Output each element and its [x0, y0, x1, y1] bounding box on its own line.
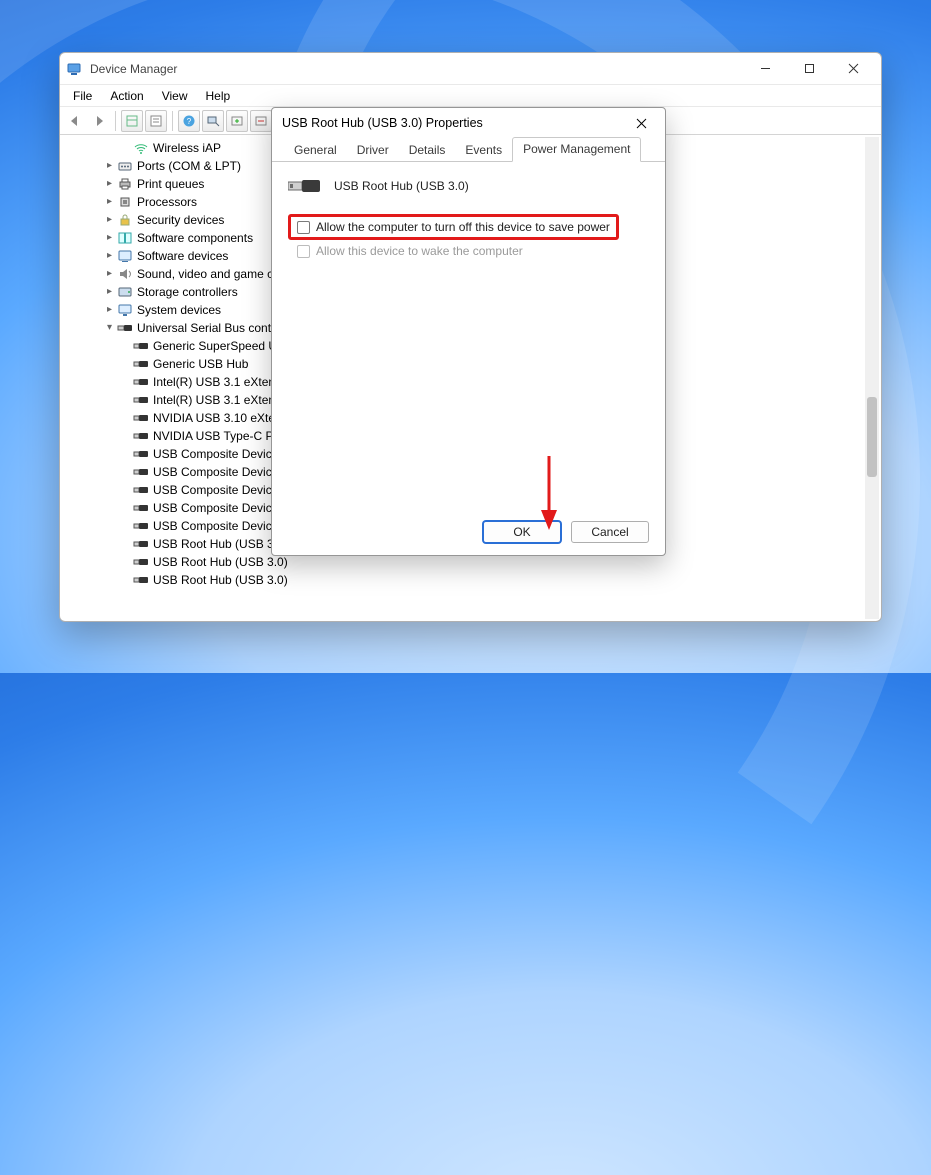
close-button[interactable] [831, 54, 875, 84]
tree-item-label: Storage controllers [137, 283, 238, 301]
chevron-right-icon[interactable]: ▸ [102, 265, 117, 283]
chevron-right-icon[interactable]: ▸ [102, 283, 117, 301]
tree-item-label: USB Composite Device [153, 463, 278, 481]
chevron-right-icon[interactable]: ▸ [102, 229, 117, 247]
allow-poweroff-checkbox[interactable] [297, 221, 310, 234]
dialog-tabs: GeneralDriverDetailsEventsPower Manageme… [272, 138, 665, 162]
tree-item-label: USB Composite Device [153, 517, 278, 535]
usb-icon [133, 554, 149, 570]
usb-icon [133, 392, 149, 408]
tree-item-label: Ports (COM & LPT) [137, 157, 241, 175]
device-name-label: USB Root Hub (USB 3.0) [334, 179, 469, 193]
toolbar-properties-icon[interactable] [145, 110, 167, 132]
usb-icon [133, 428, 149, 444]
dialog-body: USB Root Hub (USB 3.0) Allow the compute… [272, 162, 665, 555]
dialog-close-button[interactable] [627, 110, 655, 136]
menu-view[interactable]: View [153, 87, 197, 105]
usb-icon [133, 410, 149, 426]
tree-item-label: USB Composite Device [153, 499, 278, 517]
tree-item-label: Generic USB Hub [153, 355, 248, 373]
tree-item-label: USB Root Hub (USB 3.0) [153, 553, 288, 571]
tab-details[interactable]: Details [399, 139, 456, 162]
usb-icon [133, 536, 149, 552]
menubar: File Action View Help [60, 85, 881, 107]
tree-item-label: Processors [137, 193, 197, 211]
chevron-right-icon[interactable]: ▸ [102, 157, 117, 175]
allow-poweroff-label: Allow the computer to turn off this devi… [316, 220, 610, 234]
usb-icon [133, 374, 149, 390]
tree-item-label: USB Root Hub (USB 3.0) [153, 571, 288, 589]
tree-item-label: System devices [137, 301, 221, 319]
toolbar-uninstall-icon[interactable] [250, 110, 272, 132]
vertical-scrollbar[interactable] [865, 137, 879, 619]
menu-help[interactable]: Help [197, 87, 240, 105]
tree-item-label: Wireless iAP [153, 139, 221, 157]
audio-icon [117, 266, 133, 282]
usb-icon [133, 572, 149, 588]
usb-icon [133, 500, 149, 516]
wifi-icon [133, 140, 149, 156]
chevron-right-icon[interactable]: ▸ [102, 211, 117, 229]
app-icon [66, 61, 82, 77]
tree-item[interactable]: USB Root Hub (USB 3.0) [66, 571, 865, 589]
usb-icon [133, 464, 149, 480]
usbctl-icon [117, 320, 133, 336]
swdev-icon [117, 248, 133, 264]
chevron-right-icon[interactable]: ▸ [102, 193, 117, 211]
properties-dialog: USB Root Hub (USB 3.0) Properties Genera… [271, 107, 666, 556]
cancel-button[interactable]: Cancel [571, 521, 649, 543]
tree-item-label: Print queues [137, 175, 204, 193]
window-title: Device Manager [90, 62, 177, 76]
chevron-right-icon[interactable]: ▸ [102, 301, 117, 319]
usb-plug-icon [288, 176, 322, 196]
chevron-right-icon[interactable]: ▸ [102, 175, 117, 193]
minimize-button[interactable] [743, 54, 787, 84]
tree-item-label: USB Composite Device [153, 445, 278, 463]
scrollbar-thumb[interactable] [867, 397, 877, 477]
titlebar: Device Manager [60, 53, 881, 85]
allow-wake-label: Allow this device to wake the computer [316, 244, 523, 258]
storage-icon [117, 284, 133, 300]
tree-item-label: Security devices [137, 211, 224, 229]
tree-item-label: USB Composite Device [153, 481, 278, 499]
tab-power-management[interactable]: Power Management [512, 137, 641, 162]
toolbar-help-icon[interactable]: ? [178, 110, 200, 132]
chevron-right-icon[interactable]: ▸ [102, 247, 117, 265]
sys-icon [117, 302, 133, 318]
tab-events[interactable]: Events [455, 139, 512, 162]
tree-item-label: Software devices [137, 247, 228, 265]
svg-text:?: ? [187, 117, 192, 126]
ok-button[interactable]: OK [483, 521, 561, 543]
tree-item-label: Software components [137, 229, 253, 247]
usb-icon [133, 356, 149, 372]
menu-file[interactable]: File [64, 87, 101, 105]
toolbar-update-driver-icon[interactable] [226, 110, 248, 132]
allow-wake-checkbox [297, 245, 310, 258]
toolbar-back-icon[interactable] [64, 110, 86, 132]
tree-item-label: USB Root Hub (USB 3.0) [153, 535, 288, 553]
tab-general[interactable]: General [284, 139, 347, 162]
usb-icon [133, 518, 149, 534]
usb-icon [133, 338, 149, 354]
dialog-titlebar: USB Root Hub (USB 3.0) Properties [272, 108, 665, 138]
maximize-button[interactable] [787, 54, 831, 84]
port-icon [117, 158, 133, 174]
menu-action[interactable]: Action [101, 87, 152, 105]
usb-icon [133, 446, 149, 462]
toolbar-show-hide-tree-icon[interactable] [121, 110, 143, 132]
usb-icon [133, 482, 149, 498]
swcomp-icon [117, 230, 133, 246]
printer-icon [117, 176, 133, 192]
dialog-title: USB Root Hub (USB 3.0) Properties [282, 116, 483, 130]
toolbar-forward-icon[interactable] [88, 110, 110, 132]
lock-icon [117, 212, 133, 228]
toolbar-scan-icon[interactable] [202, 110, 224, 132]
cpu-icon [117, 194, 133, 210]
highlight-box: Allow the computer to turn off this devi… [288, 214, 619, 240]
chevron-down-icon[interactable]: ▾ [102, 319, 117, 337]
tab-driver[interactable]: Driver [347, 139, 399, 162]
